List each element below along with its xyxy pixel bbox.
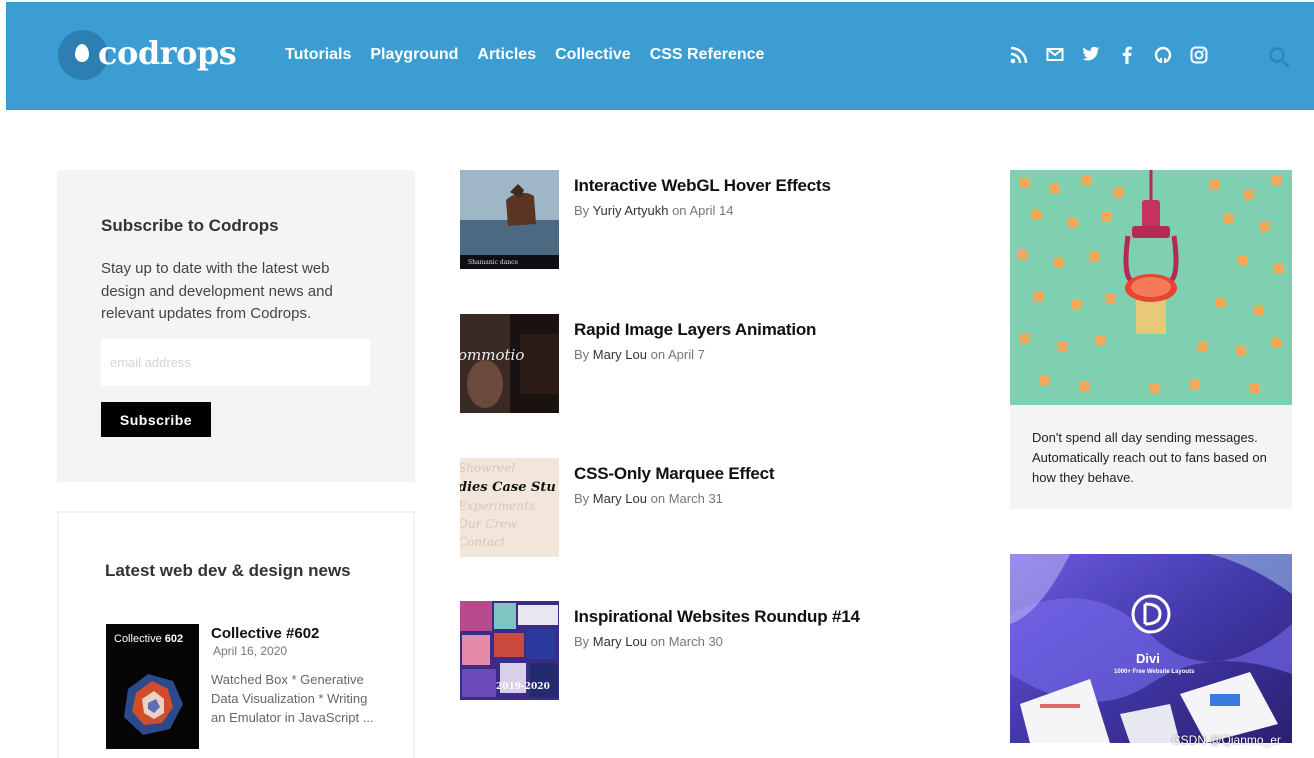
article-date: March 31 xyxy=(668,491,723,506)
article-meta: By Yuriy Artyukh on April 14 xyxy=(574,203,734,218)
article-author[interactable]: Mary Lou xyxy=(593,634,647,649)
github-icon[interactable] xyxy=(1153,46,1173,66)
twitter-icon[interactable] xyxy=(1081,46,1101,66)
nav-collective[interactable]: Collective xyxy=(555,46,631,64)
codrops-logo[interactable]: codrops xyxy=(58,30,237,80)
main-nav: Tutorials Playground Articles Collective… xyxy=(285,46,764,64)
article-date: April 7 xyxy=(668,347,705,362)
rss-icon[interactable] xyxy=(1009,46,1029,66)
logo-text: codrops xyxy=(98,34,237,72)
article-thumbnail[interactable]: Showreel dies Case Stu Experiments Our C… xyxy=(460,458,559,557)
article-author[interactable]: Yuriy Artyukh xyxy=(593,203,669,218)
ad-brand: Divi xyxy=(1136,651,1160,666)
article-item[interactable]: Showreel dies Case Stu Experiments Our C… xyxy=(460,458,960,558)
social-links xyxy=(1009,46,1209,66)
article-thumbnail[interactable]: ommotio xyxy=(460,314,559,413)
article-date: April 14 xyxy=(689,203,734,218)
article-meta: By Mary Lou on March 31 xyxy=(574,491,723,506)
svg-text:Contact: Contact xyxy=(460,535,506,549)
sponsor-ad[interactable]: Don't spend all day sending messages. Au… xyxy=(1010,170,1292,509)
article-author[interactable]: Mary Lou xyxy=(593,347,647,362)
watermark: CSDN @Qianmo_er xyxy=(1172,733,1281,747)
subscribe-button[interactable]: Subscribe xyxy=(101,402,211,437)
ad-grapefruit-image[interactable] xyxy=(1010,170,1292,405)
article-title[interactable]: CSS-Only Marquee Effect xyxy=(574,464,775,484)
svg-text:Our Crew: Our Crew xyxy=(460,517,518,531)
news-item-description: Watched Box * Generative Data Visualizat… xyxy=(211,672,374,725)
article-thumbnail[interactable]: Shamanic dance xyxy=(460,170,559,269)
article-item[interactable]: 2019-2020 Inspirational Websites Roundup… xyxy=(460,601,960,701)
nav-tutorials[interactable]: Tutorials xyxy=(285,46,351,64)
article-meta: By Mary Lou on March 30 xyxy=(574,634,723,649)
email-field[interactable] xyxy=(101,339,370,386)
news-box: Latest web dev & design news Collective … xyxy=(57,511,415,758)
nav-articles[interactable]: Articles xyxy=(477,46,536,64)
article-meta: By Mary Lou on April 7 xyxy=(574,347,705,362)
nav-playground[interactable]: Playground xyxy=(370,46,458,64)
news-item-title[interactable]: Collective #602 xyxy=(211,625,319,642)
subscribe-description: Stay up to date with the latest web desi… xyxy=(101,260,333,322)
article-title[interactable]: Inspirational Websites Roundup #14 xyxy=(574,607,860,627)
divi-ad[interactable]: Divi 1000+ Free Website Layouts xyxy=(1010,554,1292,743)
article-title[interactable]: Rapid Image Layers Animation xyxy=(574,320,816,340)
article-item[interactable]: ommotio Rapid Image Layers Animation By … xyxy=(460,314,960,414)
news-item-date: April 16, 2020 xyxy=(213,644,288,658)
article-item[interactable]: Shamanic dance Interactive WebGL Hover E… xyxy=(460,170,960,270)
thumb-label: Collective 602 xyxy=(114,633,184,645)
article-date: March 30 xyxy=(668,634,723,649)
svg-text:Experiments: Experiments xyxy=(460,499,535,513)
svg-text:dies Case Stu: dies Case Stu xyxy=(460,480,556,495)
collective-thumbnail[interactable]: Collective 602 xyxy=(106,624,199,749)
search-icon[interactable] xyxy=(1268,46,1290,68)
subscribe-title: Subscribe to Codrops xyxy=(101,216,279,235)
abstract-shape-image xyxy=(124,674,183,735)
ad-description: Don't spend all day sending messages. Au… xyxy=(1032,430,1267,485)
subscribe-box: Subscribe to Codrops Stay up to date wit… xyxy=(57,170,415,482)
article-thumbnail[interactable]: 2019-2020 xyxy=(460,601,559,700)
instagram-icon[interactable] xyxy=(1189,46,1209,66)
nav-css-reference[interactable]: CSS Reference xyxy=(650,46,765,64)
svg-text:Showreel: Showreel xyxy=(460,461,515,475)
ad-tagline: 1000+ Free Website Layouts xyxy=(1114,669,1195,675)
site-header: codrops Tutorials Playground Articles Co… xyxy=(6,2,1314,110)
article-author[interactable]: Mary Lou xyxy=(593,491,647,506)
svg-text:2019-2020: 2019-2020 xyxy=(496,682,550,692)
article-title[interactable]: Interactive WebGL Hover Effects xyxy=(574,176,831,196)
svg-text:Shamanic dance: Shamanic dance xyxy=(468,259,519,266)
news-title: Latest web dev & design news xyxy=(105,561,351,580)
mail-icon[interactable] xyxy=(1045,46,1065,66)
svg-text:ommotio: ommotio xyxy=(460,346,524,364)
facebook-icon[interactable] xyxy=(1117,46,1137,66)
